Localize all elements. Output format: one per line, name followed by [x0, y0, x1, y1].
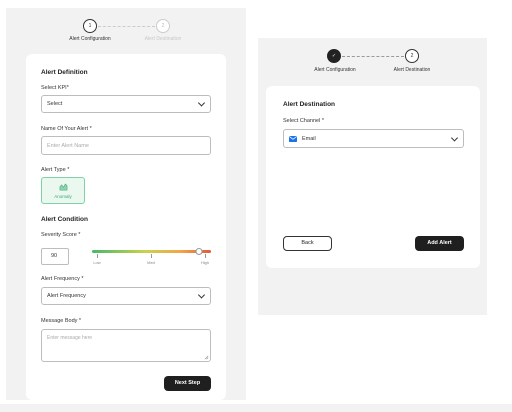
severity-slider-track [92, 250, 211, 253]
alert-destination-panel: ✓ 2 Alert Configuration Alert Destinatio… [258, 38, 487, 315]
chevron-down-icon [450, 133, 459, 142]
resize-handle-icon[interactable] [204, 355, 209, 360]
next-step-button[interactable]: Next Step [164, 376, 211, 391]
back-button[interactable]: Back [283, 236, 332, 251]
step-1-label: Alert Configuration [69, 36, 111, 42]
severity-score-label: Severity Score * [41, 232, 81, 238]
alert-definition-heading: Alert Definition [41, 69, 88, 76]
check-icon: ✓ [331, 53, 337, 59]
alert-destination-heading: Alert Destination [283, 101, 336, 108]
step-2-indicator: 2 [405, 49, 419, 63]
alert-condition-heading: Alert Condition [41, 216, 88, 223]
tick-label-low: Low [93, 260, 101, 265]
alert-type-anomaly-option[interactable]: Anomaly [41, 177, 85, 204]
step-connector [98, 26, 155, 27]
kpi-select[interactable]: Select [41, 95, 211, 113]
severity-slider-thumb[interactable] [195, 248, 203, 255]
page-footer-strip [0, 404, 512, 412]
stepper: ✓ 2 Alert Configuration Alert Destinatio… [258, 48, 487, 82]
tick-label-med: Med [147, 260, 155, 265]
alert-configuration-form: Alert Definition Select KPI* Select Name… [26, 54, 226, 400]
anomaly-chart-icon [59, 183, 68, 191]
step-connector [342, 56, 404, 57]
anomaly-label: Anomaly [54, 194, 72, 199]
step-2-label: Alert Destination [144, 36, 182, 42]
severity-slider[interactable]: Low Med High [92, 248, 211, 270]
chevron-down-icon [197, 291, 206, 299]
alert-destination-form: Alert Destination Select Channel * Email… [266, 86, 480, 268]
step-1-indicator: 1 [83, 19, 97, 33]
alert-type-label: Alert Type * [41, 167, 70, 173]
select-channel-label: Select Channel * [283, 118, 324, 124]
add-alert-button[interactable]: Add Alert [415, 236, 464, 251]
message-body-textarea[interactable]: Enter message here [41, 329, 211, 362]
step-2-label: Alert Destination [393, 67, 431, 73]
step-2-indicator: 2 [156, 19, 170, 33]
channel-select[interactable]: Email [283, 129, 464, 148]
kpi-label: Select KPI* [41, 85, 69, 91]
alert-name-input[interactable]: Enter Alert Name [41, 136, 211, 155]
alert-name-label: Name Of Your Alert * [41, 126, 92, 132]
tick-label-high: High [200, 260, 210, 265]
alert-frequency-label: Alert Frequency * [41, 276, 84, 282]
step-1-complete-indicator: ✓ [327, 49, 341, 63]
alert-frequency-select[interactable]: Alert Frequency [41, 287, 211, 305]
email-icon [289, 135, 297, 142]
message-body-label: Message Body * [41, 318, 82, 324]
step-1-label: Alert Configuration [314, 67, 356, 73]
tick-low [97, 254, 98, 258]
tick-med [151, 254, 152, 258]
chevron-down-icon [197, 99, 206, 107]
stepper: 1 2 Alert Configuration Alert Destinatio… [6, 18, 246, 52]
severity-score-input[interactable]: 90 [41, 248, 69, 265]
alert-configuration-panel: 1 2 Alert Configuration Alert Destinatio… [6, 8, 246, 400]
tick-high [205, 254, 206, 258]
